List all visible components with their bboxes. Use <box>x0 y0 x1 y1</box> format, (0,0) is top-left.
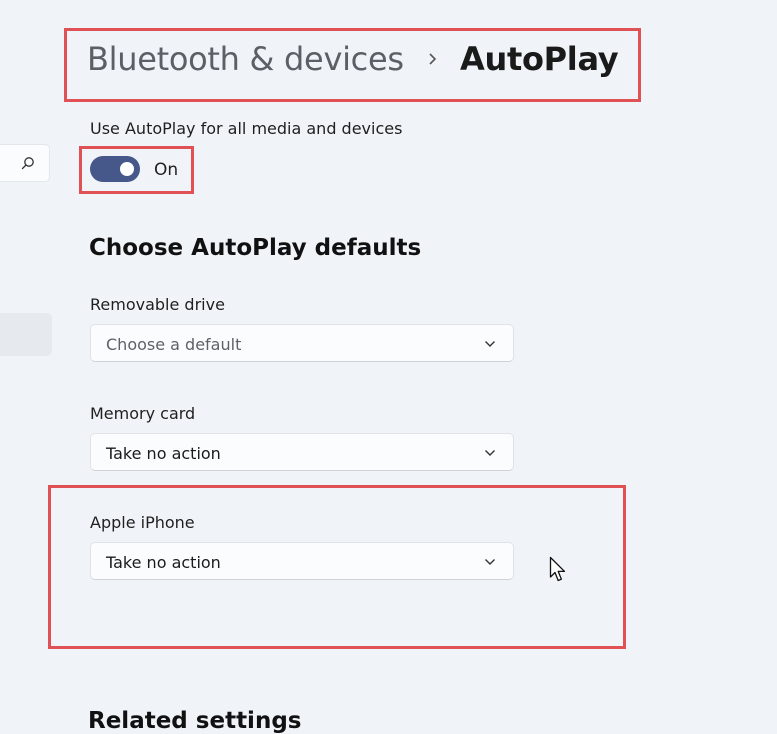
memory-card-dropdown[interactable]: Take no action <box>90 433 514 471</box>
apple-iphone-dropdown[interactable]: Take no action <box>90 542 514 580</box>
sidebar-search-box[interactable] <box>0 144 50 182</box>
memory-card-label: Memory card <box>90 404 196 423</box>
removable-drive-dropdown[interactable]: Choose a default <box>90 324 514 362</box>
dropdown-value: Take no action <box>106 444 221 463</box>
dropdown-value: Choose a default <box>106 335 242 354</box>
toggle-knob <box>120 162 134 176</box>
chevron-down-icon <box>485 341 495 347</box>
dropdown-value: Take no action <box>106 553 221 572</box>
sidebar-selected-item[interactable] <box>0 313 52 356</box>
apple-iphone-label: Apple iPhone <box>90 513 195 532</box>
toggle-state-label: On <box>154 160 179 180</box>
page-title: AutoPlay <box>460 40 619 78</box>
autoplay-setting-label: Use AutoPlay for all media and devices <box>90 119 403 138</box>
removable-drive-label: Removable drive <box>90 295 225 314</box>
chevron-right-icon <box>429 53 437 65</box>
breadcrumb-parent-link[interactable]: Bluetooth & devices <box>87 40 404 78</box>
search-icon <box>21 157 34 170</box>
chevron-down-icon <box>485 559 495 565</box>
section-heading-defaults: Choose AutoPlay defaults <box>89 235 422 261</box>
section-heading-related: Related settings <box>88 708 302 734</box>
autoplay-toggle[interactable] <box>90 156 140 182</box>
chevron-down-icon <box>485 450 495 456</box>
mouse-cursor-icon <box>549 556 566 582</box>
